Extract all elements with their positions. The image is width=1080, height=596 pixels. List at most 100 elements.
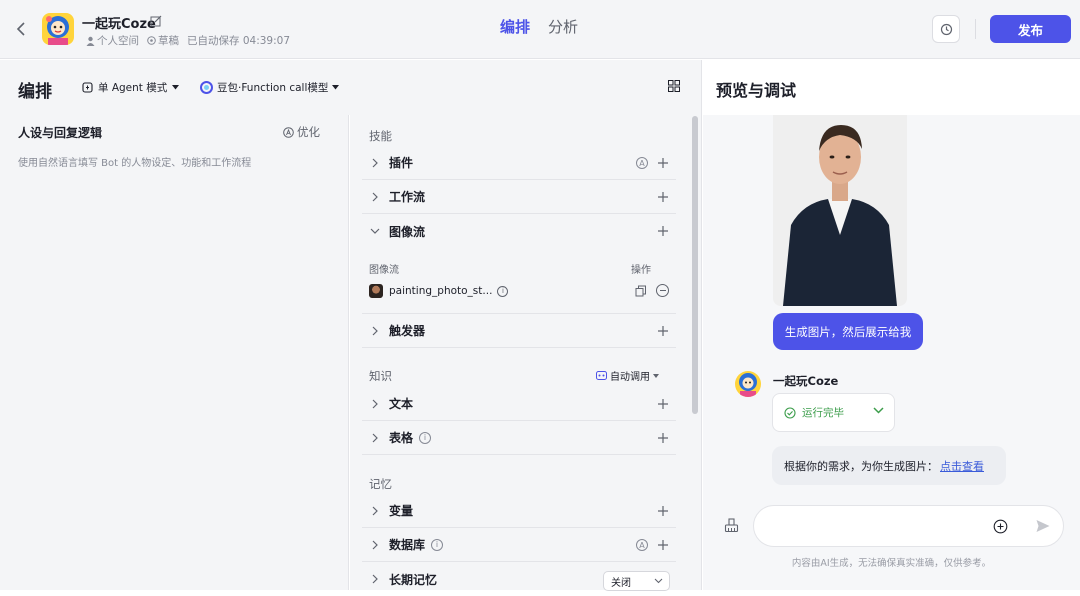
memory-label-database: 数据库 <box>389 538 426 552</box>
plus-icon[interactable] <box>656 156 670 170</box>
skill-label-imageflow: 图像流 <box>389 224 426 239</box>
bot-name: 一起玩Coze <box>82 17 156 32</box>
main-tabs: 编排 分析 <box>500 16 578 37</box>
bot-reply-bubble: 根据你的需求，为你生成图片： 点击查看 <box>772 446 1006 485</box>
ai-disclaimer: 内容由AI生成，无法确保真实准确，仅供参考。 <box>791 558 992 569</box>
plus-icon[interactable] <box>656 431 670 445</box>
chevron-right-icon <box>368 190 382 204</box>
imageflow-entry-name: painting_photo_st... <box>389 285 493 297</box>
memory-row-variables[interactable]: 变量 <box>362 494 676 528</box>
top-bar: 一起玩Coze 个人空间 草稿 已自动保存 04:39:07 编排 分析 发布 <box>0 0 1080 59</box>
person-icon <box>86 36 95 46</box>
plus-icon[interactable] <box>656 324 670 338</box>
chevron-right-icon <box>368 431 382 445</box>
info-icon[interactable]: i <box>497 285 509 297</box>
generated-portrait-image[interactable] <box>773 115 907 306</box>
memory-label-long-term: 长期记忆 <box>389 572 438 587</box>
plus-icon[interactable] <box>656 190 670 204</box>
knowledge-row-text[interactable]: 文本 <box>362 387 676 421</box>
skill-row-workflow[interactable]: 工作流 <box>362 180 676 214</box>
persona-textarea[interactable]: 使用自然语言填写 Bot 的人物设定、功能和工作流程 <box>18 154 251 169</box>
bot-reply-avatar <box>735 371 761 397</box>
memory-section-label: 记忆 <box>369 477 392 491</box>
publish-button[interactable]: 发布 <box>990 15 1071 43</box>
agent-mode-icon <box>82 82 93 93</box>
chat-input-box <box>753 505 1064 547</box>
long-term-memory-select[interactable]: 关闭 <box>603 571 670 591</box>
history-icon <box>940 23 952 35</box>
info-icon[interactable]: i <box>431 538 444 551</box>
tab-arrange[interactable]: 编排 <box>500 16 530 37</box>
view-image-link[interactable]: 点击查看 <box>940 458 984 474</box>
remove-icon[interactable] <box>656 284 669 297</box>
editor-title: 编排 <box>18 82 52 102</box>
clear-history-icon[interactable] <box>724 518 740 534</box>
bot-avatar[interactable] <box>42 13 74 45</box>
persona-panel: 人设与回复逻辑 优化 使用自然语言填写 Bot 的人物设定、功能和工作流程 <box>0 115 349 590</box>
knowledge-label-table: 表格 <box>389 431 414 445</box>
chevron-down-icon <box>873 407 884 414</box>
caret-down-icon <box>653 373 659 378</box>
auto-call-select[interactable]: 自动调用 <box>596 368 659 383</box>
bot-reply-name: 一起玩Coze <box>773 374 839 388</box>
persona-title: 人设与回复逻辑 <box>18 126 103 140</box>
model-select[interactable]: 豆包·Function call模型 <box>200 80 340 95</box>
info-icon[interactable]: i <box>419 431 432 444</box>
autosave-status: 已自动保存 04:39:07 <box>187 35 290 47</box>
ai-optimize-icon <box>283 126 294 138</box>
copy-icon[interactable] <box>635 285 647 297</box>
imageflow-entry[interactable]: painting_photo_st... i <box>369 282 669 300</box>
send-icon[interactable] <box>1035 518 1051 534</box>
chevron-right-icon <box>368 572 382 586</box>
bot-meta: 个人空间 草稿 已自动保存 04:39:07 <box>86 33 290 48</box>
imageflow-col-name: 图像流 <box>369 265 399 276</box>
chevron-down-icon <box>368 224 382 238</box>
draft-status: 草稿 <box>147 33 179 48</box>
memory-row-database[interactable]: 数据库 i A <box>362 528 676 562</box>
knowledge-label-text: 文本 <box>389 397 414 411</box>
user-message-bubble: 生成图片，然后展示给我 <box>773 313 923 350</box>
skill-label-plugin: 插件 <box>389 156 414 170</box>
edit-icon[interactable] <box>149 13 163 29</box>
skills-scrollbar[interactable] <box>692 116 698 414</box>
plus-icon[interactable] <box>656 224 670 238</box>
plus-icon[interactable] <box>656 397 670 411</box>
plus-icon[interactable] <box>656 504 670 518</box>
imageflow-col-action: 操作 <box>631 265 651 276</box>
history-button[interactable] <box>932 15 960 43</box>
knowledge-row-table[interactable]: 表格 i <box>362 421 676 455</box>
chevron-right-icon <box>368 538 382 552</box>
check-circle-icon <box>784 406 796 419</box>
agent-mode-select[interactable]: 单 Agent 模式 <box>82 80 180 95</box>
chevron-right-icon <box>368 397 382 411</box>
editor-header: 编排 单 Agent 模式 豆包·Function call模型 <box>0 60 702 115</box>
chevron-down-icon <box>654 578 663 584</box>
back-arrow-icon[interactable] <box>12 18 30 40</box>
skill-label-workflow: 工作流 <box>389 190 426 204</box>
tab-analysis[interactable]: 分析 <box>548 16 578 37</box>
skills-section-label: 技能 <box>369 129 392 143</box>
chevron-right-icon <box>368 324 382 338</box>
run-status-card[interactable]: 运行完毕 <box>772 393 895 432</box>
bot-reply-text: 根据你的需求，为你生成图片： <box>784 459 938 473</box>
skill-row-plugin[interactable]: 插件 A <box>362 146 676 180</box>
skill-label-trigger: 触发器 <box>389 324 426 338</box>
knowledge-section-label: 知识 <box>369 369 392 383</box>
skill-row-imageflow[interactable]: 图像流 <box>362 214 676 248</box>
auto-call-icon <box>596 371 607 380</box>
layout-grid-icon[interactable] <box>668 80 682 94</box>
space-label: 个人空间 <box>86 33 139 48</box>
memory-label-variables: 变量 <box>389 504 414 518</box>
auto-icon[interactable]: A <box>636 157 648 169</box>
add-attachment-icon[interactable] <box>993 519 1008 534</box>
chevron-right-icon <box>368 156 382 170</box>
skill-row-trigger[interactable]: 触发器 <box>362 314 676 348</box>
imageflow-table-header: 图像流 操作 <box>369 261 657 276</box>
optimize-button[interactable]: 优化 <box>283 124 320 140</box>
auto-icon[interactable]: A <box>636 539 648 551</box>
imageflow-thumbnail <box>369 284 383 298</box>
chat-input[interactable] <box>768 516 988 538</box>
toolbar-divider <box>975 19 976 39</box>
draft-icon <box>147 36 156 45</box>
plus-icon[interactable] <box>656 538 670 552</box>
